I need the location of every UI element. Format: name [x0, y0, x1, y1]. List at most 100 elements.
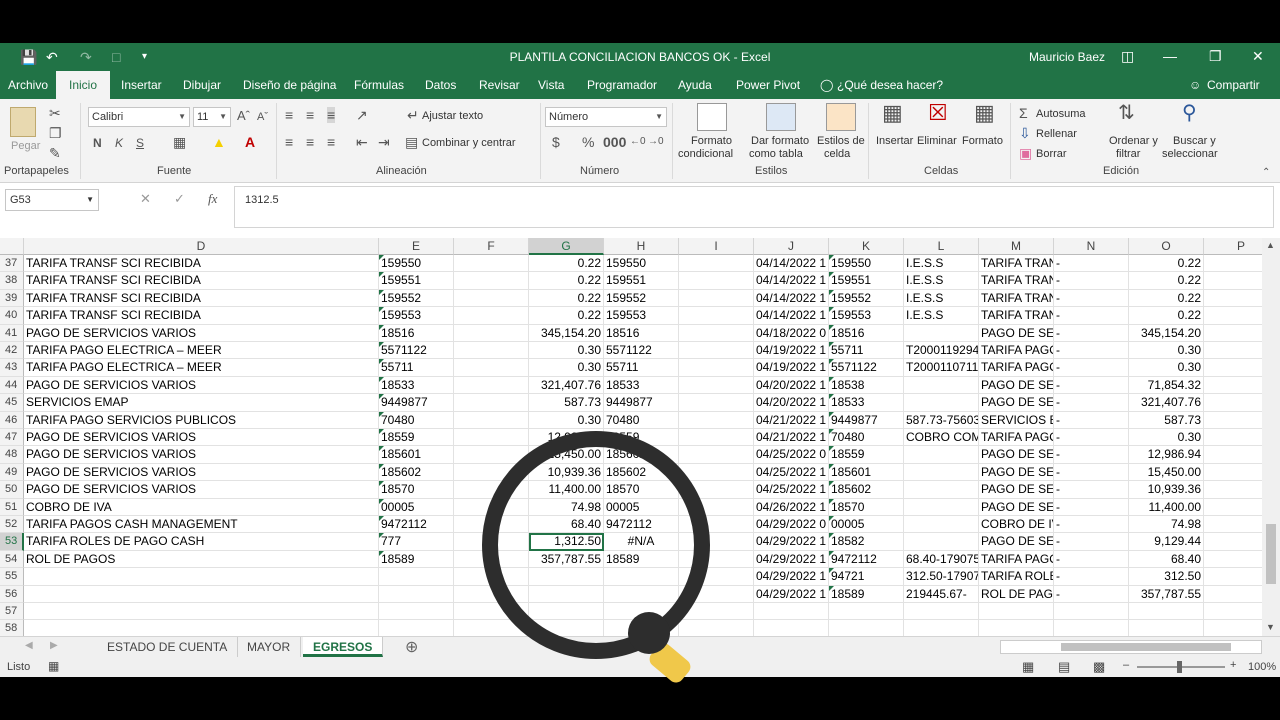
cell-p42[interactable] — [1204, 342, 1262, 360]
row-header[interactable]: 40 — [0, 307, 24, 325]
cell-m50[interactable]: PAGO DE SEF — [979, 481, 1054, 499]
zoom-in-icon[interactable]: + — [1230, 659, 1236, 671]
cell-m43[interactable]: TARIFA PAGO — [979, 359, 1054, 377]
font-color-icon[interactable]: A — [245, 134, 255, 150]
cell-e45[interactable]: 9449877 — [379, 394, 454, 412]
cell-i58[interactable] — [679, 620, 754, 636]
cell-f41[interactable] — [454, 324, 529, 342]
tab-vista[interactable]: Vista — [538, 71, 564, 99]
format-cells-button[interactable]: Formato — [962, 135, 1003, 147]
page-layout-icon[interactable]: ▤ — [1058, 659, 1070, 675]
add-sheet-icon[interactable]: ⊕ — [405, 637, 418, 657]
merge-center-button[interactable]: Combinar y centrar — [422, 137, 516, 149]
tab-archivo[interactable]: Archivo — [8, 71, 48, 99]
cell-o49[interactable]: 15,450.00 — [1129, 463, 1204, 482]
cell-n56[interactable]: - — [1054, 585, 1129, 603]
cut-icon[interactable]: ✂ — [49, 105, 61, 121]
cell-e46[interactable]: 70480 — [379, 411, 454, 429]
cell-d44[interactable]: PAGO DE SERVICIOS VARIOS — [24, 376, 379, 395]
cell-e41[interactable]: 18516 — [379, 324, 454, 342]
cell-d50[interactable]: PAGO DE SERVICIOS VARIOS — [24, 481, 379, 499]
cell-n51[interactable]: - — [1054, 498, 1129, 516]
cell-d57[interactable] — [24, 603, 379, 621]
column-header-j[interactable]: J — [754, 238, 829, 255]
cell-l42[interactable]: T2000119294 — [904, 342, 979, 360]
cell-g45[interactable]: 587.73 — [529, 394, 604, 412]
cell-m42[interactable]: TARIFA PAGO — [979, 342, 1054, 360]
cell-i46[interactable] — [679, 411, 754, 429]
cell-p51[interactable] — [1204, 499, 1262, 516]
bold-icon[interactable]: N — [93, 135, 102, 151]
cell-n44[interactable]: - — [1054, 376, 1129, 395]
cell-m45[interactable]: PAGO DE SEF — [979, 394, 1054, 412]
row-header[interactable]: 54 — [0, 550, 24, 569]
row-header[interactable]: 45 — [0, 394, 24, 412]
cell-e53[interactable]: 777 — [379, 533, 454, 551]
cell-p38[interactable] — [1204, 272, 1262, 290]
cell-o51[interactable]: 11,400.00 — [1129, 498, 1204, 516]
cell-k38[interactable]: 159551 — [829, 272, 904, 290]
cell-d43[interactable]: TARIFA PAGO ELECTRICA – MEER — [24, 359, 379, 377]
cell-g39[interactable]: 0.22 — [529, 289, 604, 308]
cell-e47[interactable]: 18559 — [379, 429, 454, 447]
sort-filter-icon[interactable]: ⇅ — [1118, 103, 1135, 123]
cell-d41[interactable]: PAGO DE SERVICIOS VARIOS — [24, 324, 379, 342]
cell-l57[interactable] — [904, 603, 979, 621]
cell-j37[interactable]: 04/14/2022 1 — [754, 255, 829, 273]
column-header-m[interactable]: M — [979, 238, 1054, 255]
paste-button[interactable]: Pegar — [11, 140, 40, 152]
cell-j46[interactable]: 04/21/2022 1 — [754, 411, 829, 429]
cell-m44[interactable]: PAGO DE SEF — [979, 376, 1054, 395]
cell-n38[interactable]: - — [1054, 272, 1129, 290]
cell-p43[interactable] — [1204, 359, 1262, 377]
row-header[interactable]: 46 — [0, 411, 24, 429]
cell-n57[interactable] — [1054, 603, 1129, 621]
cell-e49[interactable]: 185602 — [379, 463, 454, 482]
ribbon-display-icon[interactable]: ◫ — [1121, 48, 1134, 65]
cell-d45[interactable]: SERVICIOS EMAP — [24, 394, 379, 412]
cell-j43[interactable]: 04/19/2022 1 — [754, 359, 829, 377]
cell-p52[interactable] — [1204, 516, 1262, 534]
tab-diseno-pagina[interactable]: Diseño de página — [243, 71, 336, 99]
tab-datos[interactable]: Datos — [425, 71, 456, 99]
cell-k44[interactable]: 18538 — [829, 376, 904, 395]
row-header[interactable]: 55 — [0, 568, 24, 586]
tab-power-pivot[interactable]: Power Pivot — [736, 71, 800, 99]
cell-p58[interactable] — [1204, 620, 1262, 636]
cell-p40[interactable] — [1204, 307, 1262, 325]
cell-i40[interactable] — [679, 307, 754, 325]
column-header-i[interactable]: I — [679, 238, 754, 255]
cell-i47[interactable] — [679, 429, 754, 447]
cell-p45[interactable] — [1204, 394, 1262, 412]
cell-n42[interactable]: - — [1054, 342, 1129, 360]
cell-d54[interactable]: ROL DE PAGOS — [24, 550, 379, 569]
row-header[interactable]: 38 — [0, 272, 24, 290]
macro-record-icon[interactable]: ▦ — [48, 659, 59, 673]
borders-icon[interactable]: ▦ — [173, 134, 186, 150]
format-as-table-label[interactable]: como tabla — [749, 148, 803, 160]
row-header[interactable]: 48 — [0, 446, 24, 464]
next-sheet-icon[interactable]: ▶ — [50, 640, 58, 651]
cancel-icon[interactable]: ✕ — [140, 191, 151, 207]
fill-button[interactable]: Rellenar — [1036, 128, 1077, 140]
cell-l54[interactable]: 68.40-179075 — [904, 550, 979, 569]
cell-k43[interactable]: 5571122 — [829, 359, 904, 377]
cell-f39[interactable] — [454, 289, 529, 308]
cell-p37[interactable] — [1204, 255, 1262, 273]
cell-j49[interactable]: 04/25/2022 1 — [754, 463, 829, 482]
cell-o58[interactable] — [1129, 620, 1204, 636]
cell-n46[interactable]: - — [1054, 411, 1129, 429]
row-header[interactable]: 57 — [0, 603, 24, 621]
cell-h40[interactable]: 159553 — [604, 307, 679, 325]
cell-o39[interactable]: 0.22 — [1129, 289, 1204, 308]
cell-l44[interactable] — [904, 376, 979, 395]
tab-formulas[interactable]: Fórmulas — [354, 71, 404, 99]
format-as-table-button[interactable]: Dar formato — [751, 135, 809, 147]
cell-k57[interactable] — [829, 603, 904, 621]
cell-j51[interactable]: 04/26/2022 1 — [754, 498, 829, 516]
decrease-indent-icon[interactable]: ⇤ — [356, 134, 368, 150]
cell-n37[interactable]: - — [1054, 255, 1129, 273]
cell-g44[interactable]: 321,407.76 — [529, 376, 604, 395]
cell-e58[interactable] — [379, 620, 454, 636]
cell-e43[interactable]: 55711 — [379, 359, 454, 377]
